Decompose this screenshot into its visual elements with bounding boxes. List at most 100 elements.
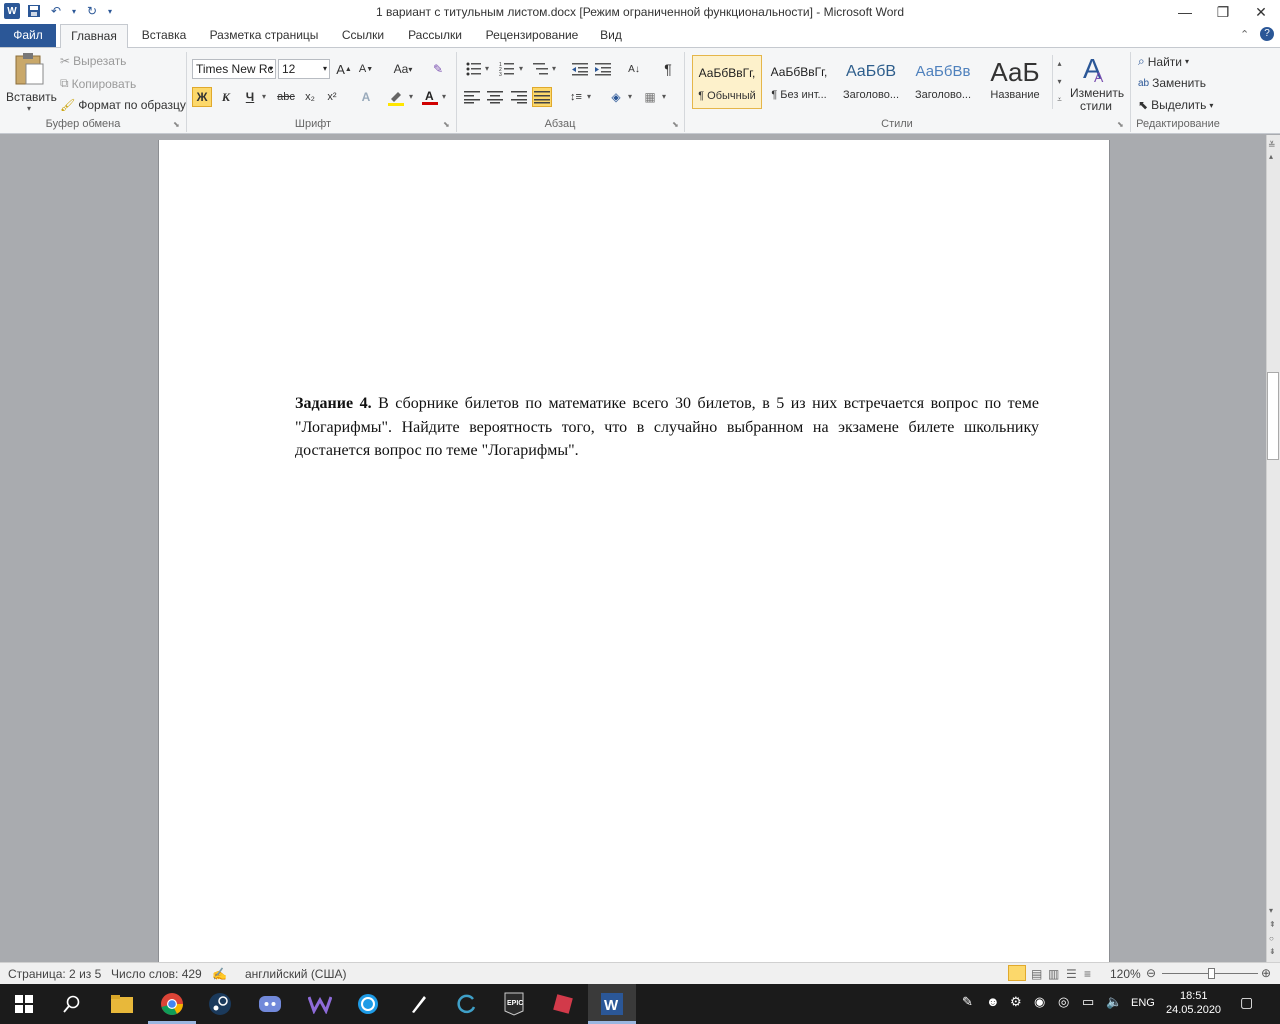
increase-indent-icon[interactable] (593, 59, 613, 79)
grow-font-icon[interactable]: A ▲ (334, 59, 354, 79)
scroll-up-icon[interactable]: ▴ (1269, 152, 1273, 161)
style-heading-2[interactable]: АаБбВв Заголово... (908, 55, 978, 109)
refresh-app-icon[interactable] (442, 984, 490, 1024)
borders-icon[interactable]: ▦ (640, 87, 660, 107)
numbering-dropdown-icon[interactable]: ▾ (519, 64, 523, 73)
discord-icon[interactable] (246, 984, 294, 1024)
underline-button[interactable]: Ч (240, 87, 260, 107)
tray-date[interactable]: 24.05.2020 (1166, 1004, 1221, 1016)
minimize-button[interactable]: — (1166, 0, 1204, 24)
zoom-out-icon[interactable]: ⊖ (1146, 966, 1156, 980)
style-title[interactable]: АаБ Название (980, 55, 1050, 109)
page-indicator[interactable]: Страница: 2 из 5 (8, 967, 101, 981)
font-color-dropdown-icon[interactable]: ▾ (442, 92, 446, 101)
task-paragraph[interactable]: Задание 4. В сборнике билетов по математ… (295, 392, 1039, 463)
steam-icon[interactable] (196, 984, 244, 1024)
shrink-font-icon[interactable]: A ▼ (356, 59, 376, 79)
text-effects-icon[interactable]: A (356, 87, 376, 107)
scroll-thumb[interactable] (1267, 372, 1279, 460)
wallpaper-app-icon[interactable] (296, 984, 344, 1024)
shading-icon[interactable]: ◈ (606, 87, 626, 107)
find-button[interactable]: ⌕ Найти ▾ (1138, 54, 1189, 69)
chrome-icon[interactable] (148, 984, 196, 1024)
tab-home[interactable]: Главная (60, 24, 128, 49)
tray-language[interactable]: ENG (1131, 997, 1155, 1009)
customize-qat-icon[interactable]: ▾ (106, 3, 114, 19)
sort-icon[interactable]: A↓ (624, 59, 644, 79)
word-count[interactable]: Число слов: 429 (111, 967, 202, 981)
format-painter-button[interactable]: 🖌 Формат по образцу (60, 98, 186, 112)
justify-icon[interactable] (532, 87, 552, 107)
more-styles-icon[interactable]: ⩡ (1053, 91, 1066, 109)
zoom-level[interactable]: 120% (1110, 967, 1141, 981)
vertical-scrollbar[interactable] (1266, 135, 1280, 962)
borders-dropdown-icon[interactable]: ▾ (662, 92, 666, 101)
highlight-icon[interactable] (386, 87, 406, 107)
strikethrough-button[interactable]: abc (276, 87, 296, 107)
shading-dropdown-icon[interactable]: ▾ (628, 92, 632, 101)
tray-discord-icon[interactable]: ☻ (986, 994, 1000, 1009)
font-name-combo[interactable]: Times New Rc ▾ (192, 59, 276, 79)
line-spacing-dropdown-icon[interactable]: ▾ (587, 92, 591, 101)
undo-dropdown-icon[interactable]: ▾ (70, 3, 78, 19)
notifications-icon[interactable]: ▢ (1240, 994, 1253, 1011)
draft-icon[interactable]: ≡ (1084, 967, 1091, 981)
collapse-ribbon-icon[interactable]: ⌃ (1240, 28, 1249, 41)
tab-file[interactable]: Файл (0, 24, 56, 47)
undo-icon[interactable]: ↶ (48, 3, 64, 19)
styles-launcher-icon[interactable]: ⬊ (1117, 120, 1124, 129)
replace-button[interactable]: ab Заменить (1138, 76, 1206, 90)
tray-steam-icon[interactable]: ◉ (1034, 994, 1045, 1010)
select-button[interactable]: ⬉ Выделить ▾ (1138, 98, 1213, 112)
line-spacing-icon[interactable]: ↕≡ (566, 87, 586, 107)
full-screen-reading-icon[interactable]: ▤ (1031, 967, 1042, 981)
font-launcher-icon[interactable]: ⬊ (443, 120, 450, 129)
align-right-icon[interactable] (509, 87, 529, 107)
tray-network-icon[interactable]: ▭ (1082, 994, 1094, 1010)
underline-dropdown-icon[interactable]: ▾ (262, 92, 266, 101)
language-indicator[interactable]: английский (США) (245, 967, 346, 981)
italic-button[interactable]: К (216, 87, 236, 107)
zoom-slider-thumb[interactable] (1208, 968, 1215, 979)
document-page[interactable] (158, 140, 1110, 962)
tab-page-layout[interactable]: Разметка страницы (203, 24, 325, 47)
tab-view[interactable]: Вид (594, 24, 628, 47)
font-size-combo[interactable]: 12 ▾ (278, 59, 330, 79)
tab-insert[interactable]: Вставка (134, 24, 194, 47)
redo-icon[interactable]: ↻ (84, 3, 100, 19)
uplay-icon[interactable] (344, 984, 392, 1024)
tray-pen-icon[interactable]: ✎ (962, 994, 973, 1010)
tab-references[interactable]: Ссылки (334, 24, 392, 47)
ruler-toggle-icon[interactable]: ≚ (1268, 140, 1276, 151)
tab-review[interactable]: Рецензирование (480, 24, 584, 47)
tray-volume-icon[interactable]: 🔈 (1106, 994, 1122, 1010)
multilevel-list-icon[interactable] (531, 59, 551, 79)
tray-time[interactable]: 18:51 (1180, 990, 1208, 1002)
bold-button[interactable]: Ж (192, 87, 212, 107)
pen-app-icon[interactable] (394, 984, 442, 1024)
align-left-icon[interactable] (462, 87, 482, 107)
help-icon[interactable]: ? (1260, 27, 1274, 41)
chevron-down-icon[interactable]: ▾ (1053, 73, 1066, 91)
styles-scroll[interactable]: ▴ ▾ ⩡ (1052, 55, 1066, 109)
zoom-in-icon[interactable]: ⊕ (1261, 966, 1271, 980)
word-logo-icon[interactable]: W (4, 3, 20, 19)
bullets-dropdown-icon[interactable]: ▾ (485, 64, 489, 73)
epic-games-icon[interactable]: EPIC (490, 984, 538, 1024)
copy-button[interactable]: ⧉ Копировать (60, 76, 136, 91)
tab-mailings[interactable]: Рассылки (400, 24, 470, 47)
paste-button[interactable]: Вставить ▾ (6, 52, 57, 113)
highlight-dropdown-icon[interactable]: ▾ (409, 92, 413, 101)
paragraph-launcher-icon[interactable]: ⬊ (672, 120, 679, 129)
decrease-indent-icon[interactable] (570, 59, 590, 79)
show-formatting-icon[interactable]: ¶ (658, 59, 678, 79)
paste-dropdown-icon[interactable]: ▾ (6, 104, 52, 113)
web-layout-icon[interactable]: ▥ (1048, 967, 1059, 981)
superscript-button[interactable]: x² (322, 87, 342, 107)
tray-network-app-icon[interactable]: ⚙ (1010, 994, 1022, 1010)
chevron-up-icon[interactable]: ▴ (1053, 55, 1066, 73)
search-icon[interactable] (48, 984, 96, 1024)
word-taskbar-icon[interactable]: W (588, 984, 636, 1024)
subscript-button[interactable]: x₂ (300, 87, 320, 107)
style-no-spacing[interactable]: АаБбВвГг, ¶ Без инт... (764, 55, 834, 109)
